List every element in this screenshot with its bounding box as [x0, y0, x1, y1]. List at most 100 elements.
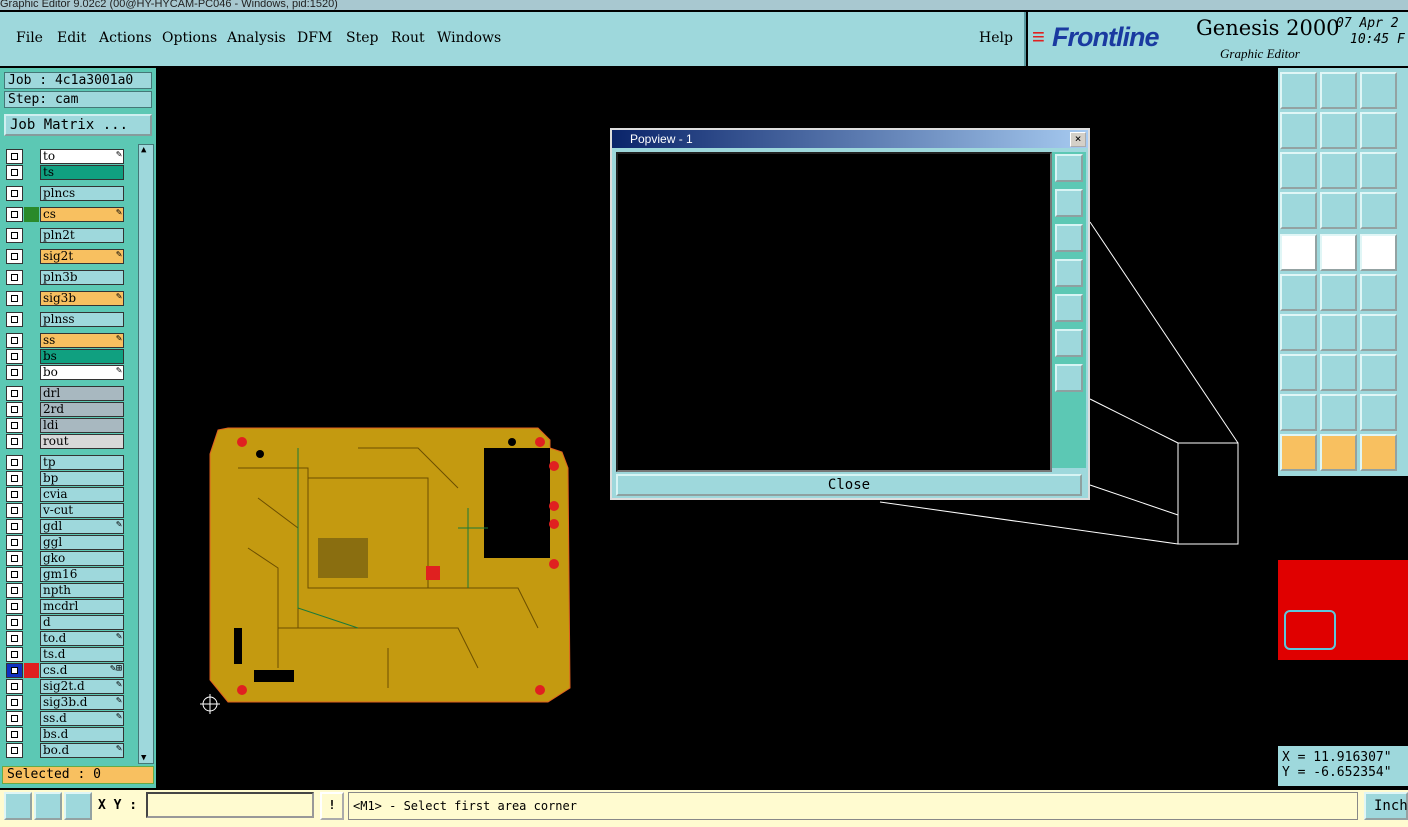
layer-checkbox[interactable]	[6, 418, 23, 433]
scroll-down-icon[interactable]: ▼	[141, 753, 146, 763]
zoom-in-icon[interactable]	[1320, 72, 1357, 109]
layer-color-swatch[interactable]	[24, 711, 39, 726]
layer-color-swatch[interactable]	[24, 583, 39, 598]
layer-row[interactable]: bo.d ✎	[6, 743, 124, 758]
layer-color-swatch[interactable]	[24, 349, 39, 364]
layer-name[interactable]: rout	[40, 434, 124, 449]
pan-left-icon[interactable]	[1055, 259, 1083, 287]
layer-row[interactable]: to ✎	[6, 149, 124, 164]
layer-name[interactable]: d	[40, 615, 124, 630]
layer-row[interactable]: v-cut	[6, 503, 124, 518]
layer-checkbox[interactable]	[6, 551, 23, 566]
pointer-tag-icon[interactable]	[1360, 434, 1397, 471]
layer-row[interactable]: pln3b	[6, 270, 124, 285]
layer-name[interactable]: sig2t.d	[40, 679, 124, 694]
layer-name[interactable]: sig3b	[40, 291, 124, 306]
menu-edit[interactable]: Edit	[57, 30, 86, 46]
layer-checkbox[interactable]	[6, 434, 23, 449]
layer-name[interactable]: 2rd	[40, 402, 124, 417]
pan-up-icon[interactable]	[1055, 189, 1083, 217]
layer-name[interactable]: pln2t	[40, 228, 124, 243]
layer-color-swatch[interactable]	[24, 249, 39, 264]
layer-row[interactable]: mcdrl	[6, 599, 124, 614]
layer-color-swatch[interactable]	[24, 386, 39, 401]
layer-checkbox[interactable]	[6, 663, 23, 678]
triangle-c-icon[interactable]	[1360, 394, 1397, 431]
zoom-1to2-icon[interactable]	[1360, 152, 1397, 189]
layer-checkbox[interactable]	[6, 149, 23, 164]
layer-name[interactable]: plncs	[40, 186, 124, 201]
pointer-icon[interactable]	[1280, 434, 1317, 471]
layer-name[interactable]: npth	[40, 583, 124, 598]
layer-color-swatch[interactable]	[24, 743, 39, 758]
layer-name[interactable]: gko	[40, 551, 124, 566]
layer-name[interactable]: bs.d	[40, 727, 124, 742]
popview-titlebar[interactable]: Popview - 1	[612, 130, 1088, 148]
layer-row[interactable]: cs.d ✎⊞	[6, 663, 124, 678]
zoom-home-icon[interactable]	[1280, 72, 1317, 109]
layer-color-swatch[interactable]	[24, 471, 39, 486]
layer-name[interactable]: sig2t	[40, 249, 124, 264]
layer-row[interactable]: to.d ✎	[6, 631, 124, 646]
layer-color-swatch[interactable]	[24, 535, 39, 550]
layer-checkbox[interactable]	[6, 711, 23, 726]
zoom-fit-icon[interactable]	[1055, 329, 1083, 357]
layer-checkbox[interactable]	[6, 365, 23, 380]
layer-checkbox[interactable]	[6, 567, 23, 582]
layer-color-swatch[interactable]	[24, 727, 39, 742]
layer-row[interactable]: bs.d	[6, 727, 124, 742]
zoom-pan-left-icon[interactable]	[1280, 112, 1317, 149]
layer-name[interactable]: ss	[40, 333, 124, 348]
line-segment-icon[interactable]	[1320, 354, 1357, 391]
layer-color-swatch[interactable]	[24, 647, 39, 662]
layer-name[interactable]: ggl	[40, 535, 124, 550]
warning-button[interactable]: !	[320, 792, 344, 820]
snap-mode-icon[interactable]	[4, 792, 32, 820]
layer-name[interactable]: bo.d	[40, 743, 124, 758]
layer-row[interactable]: ggl	[6, 535, 124, 550]
layer-name[interactable]: bp	[40, 471, 124, 486]
connect-nodes-icon[interactable]	[1280, 274, 1317, 311]
move-point-icon[interactable]	[1360, 274, 1397, 311]
layer-row[interactable]: d	[6, 615, 124, 630]
layer-color-swatch[interactable]	[24, 418, 39, 433]
layer-name[interactable]: cvia	[40, 487, 124, 502]
layer-checkbox[interactable]	[6, 291, 23, 306]
menu-actions[interactable]: Actions	[99, 30, 152, 46]
zoom-fit-icon[interactable]	[1280, 152, 1317, 189]
grid-mode-icon[interactable]	[64, 792, 92, 820]
layer-checkbox[interactable]	[6, 186, 23, 201]
menu-help[interactable]: Help	[979, 30, 1013, 46]
layer-row[interactable]: gko	[6, 551, 124, 566]
layer-row[interactable]: sig3b.d ✎	[6, 695, 124, 710]
xy-input[interactable]	[146, 792, 314, 818]
layer-name[interactable]: to.d	[40, 631, 124, 646]
layer-row[interactable]: npth	[6, 583, 124, 598]
overview-viewport[interactable]	[1284, 610, 1336, 650]
units-button[interactable]: Inch	[1364, 792, 1408, 820]
job-matrix-button[interactable]: Job Matrix ...	[4, 114, 152, 136]
layer-row[interactable]: cs ✎	[6, 207, 124, 222]
layer-row[interactable]: drl	[6, 386, 124, 401]
layer-checkbox[interactable]	[6, 165, 23, 180]
layer-row[interactable]: plnss	[6, 312, 124, 327]
layer-name[interactable]: ldi	[40, 418, 124, 433]
layer-color-swatch[interactable]	[24, 291, 39, 306]
menu-options[interactable]: Options	[162, 30, 217, 46]
layer-checkbox[interactable]	[6, 207, 23, 222]
layer-color-swatch[interactable]	[24, 365, 39, 380]
layer-name[interactable]: to	[40, 149, 124, 164]
layer-checkbox[interactable]	[6, 402, 23, 417]
layer-row[interactable]: bp	[6, 471, 124, 486]
layer-row[interactable]: ts.d	[6, 647, 124, 662]
layer-color-swatch[interactable]	[24, 487, 39, 502]
layer-name[interactable]: drl	[40, 386, 124, 401]
layer-color-swatch[interactable]	[24, 663, 39, 678]
angle-mode-icon[interactable]	[34, 792, 62, 820]
menu-file[interactable]: File	[16, 30, 43, 46]
layer-name[interactable]: bs	[40, 349, 124, 364]
layer-color-swatch[interactable]	[24, 402, 39, 417]
layer-color-swatch[interactable]	[24, 695, 39, 710]
layer-checkbox[interactable]	[6, 487, 23, 502]
layer-checkbox[interactable]	[6, 583, 23, 598]
